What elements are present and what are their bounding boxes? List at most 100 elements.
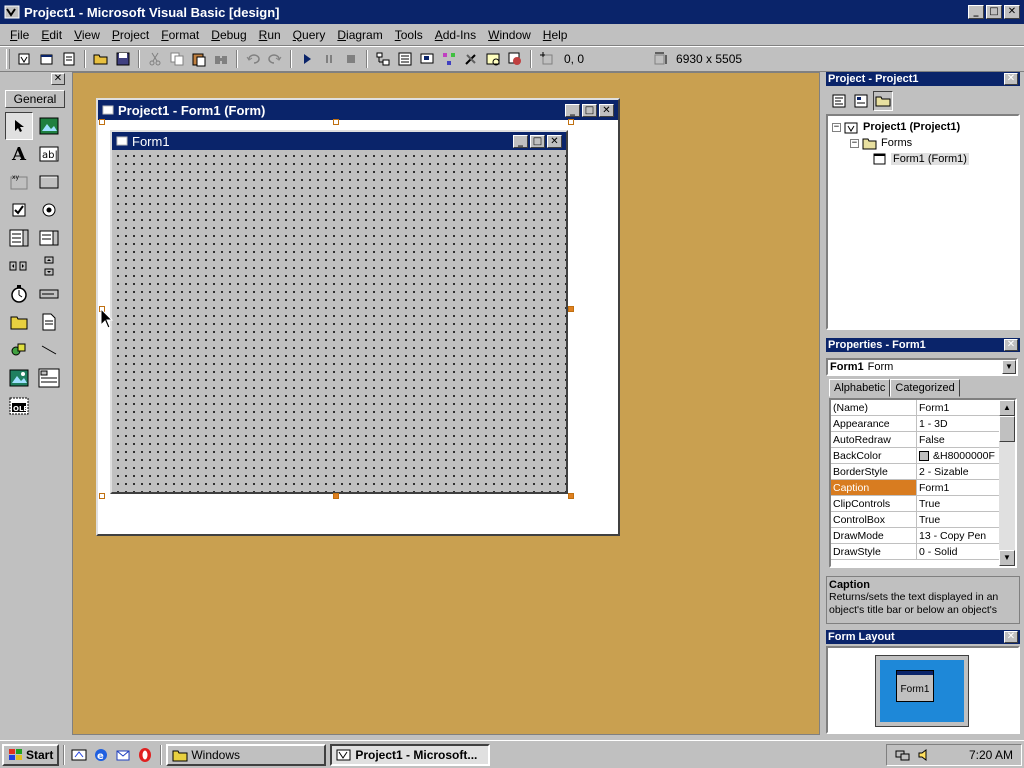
hscrollbar-tool-icon[interactable] [5,252,33,280]
menu-run[interactable]: Run [253,28,287,42]
network-icon[interactable] [895,748,911,762]
properties-scrollbar[interactable]: ▲ ▼ [999,400,1015,566]
property-row[interactable]: (Name) Form1 [831,400,1015,416]
ole-tool-icon[interactable]: OLE [5,392,33,420]
label-tool-icon[interactable]: A [5,140,33,168]
image-tool-icon[interactable] [5,364,33,392]
shape-tool-icon[interactable] [5,336,33,364]
show-desktop-icon[interactable] [69,745,89,765]
menu-file[interactable]: File [4,28,35,42]
pointer-tool-icon[interactable] [5,112,33,140]
project-panel-close-button[interactable]: ✕ [1004,73,1018,85]
object-browser-icon[interactable] [439,49,459,69]
optionbutton-tool-icon[interactable] [35,196,63,224]
tree-node-project[interactable]: − Project1 (Project1) [832,120,960,134]
cut-icon[interactable] [145,49,165,69]
object-selector-combo[interactable]: Form1 Form ▼ [826,358,1018,376]
filelistbox-tool-icon[interactable] [35,308,63,336]
properties-window-icon[interactable] [395,49,415,69]
dirlistbox-tool-icon[interactable] [5,308,33,336]
toolbox-tab-general[interactable]: General [5,90,65,108]
menu-diagram[interactable]: Diagram [331,28,388,42]
property-value[interactable]: False [917,432,997,447]
textbox-tool-icon[interactable]: ab| [35,140,63,168]
vscrollbar-tool-icon[interactable] [35,252,63,280]
form1-design-surface[interactable]: Form1 _ □ ✕ [110,130,568,494]
menu-format[interactable]: Format [155,28,205,42]
combobox-tool-icon[interactable] [5,224,33,252]
frame-tool-icon[interactable]: xy [5,168,33,196]
menu-edit[interactable]: Edit [35,28,68,42]
mini-form-preview[interactable]: Form1 [896,670,934,702]
property-value[interactable]: Form1 [917,480,997,495]
menu-view[interactable]: View [68,28,106,42]
open-folder-icon[interactable] [91,49,111,69]
task-windows[interactable]: Windows [166,743,327,766]
toolbox-close-button[interactable]: ✕ [51,73,65,85]
copy-icon[interactable] [167,49,187,69]
line-tool-icon[interactable] [35,336,63,364]
internet-explorer-icon[interactable]: e [91,745,111,765]
properties-panel-close-button[interactable]: ✕ [1004,339,1018,351]
task-project1[interactable]: Project1 - Microsoft... [330,743,491,766]
volume-icon[interactable] [917,748,933,762]
listbox-tool-icon[interactable] [35,224,63,252]
data-tool-icon[interactable] [35,364,63,392]
break-icon[interactable] [319,49,339,69]
end-icon[interactable] [341,49,361,69]
tab-alphabetic[interactable]: Alphabetic [829,379,891,397]
property-row[interactable]: AutoRedraw False [831,432,1015,448]
property-row[interactable]: Appearance 1 - 3D [831,416,1015,432]
redo-icon[interactable] [265,49,285,69]
save-icon[interactable] [113,49,133,69]
menu-debug[interactable]: Debug [205,28,252,42]
resize-handle-right[interactable] [568,306,574,312]
drivelistbox-tool-icon[interactable] [35,280,63,308]
form-designer-window[interactable]: Project1 - Form1 (Form) _ □ ✕ Form1 _ □ … [96,98,620,536]
designer-title-bar[interactable]: Project1 - Form1 (Form) _ □ ✕ [98,100,618,120]
toolbar-grip[interactable] [6,49,10,69]
minimize-button[interactable]: _ [968,5,984,19]
clock[interactable]: 7:20 AM [969,748,1013,762]
form-grid[interactable] [112,150,566,492]
timer-tool-icon[interactable] [5,280,33,308]
property-row[interactable]: ClipControls True [831,496,1015,512]
maximize-button[interactable]: □ [986,5,1002,19]
menu-project[interactable]: Project [106,28,155,42]
property-row-selected[interactable]: Caption Form1 [831,480,1015,496]
property-row[interactable]: ControlBox True [831,512,1015,528]
add-project-icon[interactable] [15,49,35,69]
form-layout-icon[interactable] [417,49,437,69]
property-value[interactable]: 13 - Copy Pen [917,528,997,543]
chevron-down-icon[interactable]: ▼ [1002,360,1016,374]
commandbutton-tool-icon[interactable] [35,168,63,196]
collapse-icon[interactable]: − [832,122,841,132]
component-manager-icon[interactable] [505,49,525,69]
checkbox-tool-icon[interactable] [5,196,33,224]
tab-categorized[interactable]: Categorized [890,379,960,397]
tree-node-form1[interactable]: Form1 (Form1) [872,152,969,166]
property-value[interactable]: Form1 [917,400,997,415]
collapse-icon[interactable]: − [850,138,859,148]
menu-query[interactable]: Query [287,28,332,42]
view-code-icon[interactable] [829,91,849,111]
menu-window[interactable]: Window [482,28,537,42]
designer-minimize-button[interactable]: _ [565,103,580,117]
property-value[interactable]: 1 - 3D [917,416,997,431]
add-form-icon[interactable] [37,49,57,69]
form1-title-bar[interactable]: Form1 _ □ ✕ [112,132,566,150]
resize-handle-corner[interactable] [568,493,574,499]
scroll-up-icon[interactable]: ▲ [999,400,1015,416]
paste-icon[interactable] [189,49,209,69]
property-row[interactable]: DrawStyle 0 - Solid [831,544,1015,560]
property-row[interactable]: DrawMode 13 - Copy Pen [831,528,1015,544]
menu-editor-icon[interactable] [59,49,79,69]
opera-icon[interactable] [135,745,155,765]
toolbox-icon[interactable] [461,49,481,69]
data-view-icon[interactable] [483,49,503,69]
property-value[interactable]: &H8000000F [917,448,997,463]
find-icon[interactable] [211,49,231,69]
toggle-folders-icon[interactable] [873,91,893,111]
undo-icon[interactable] [243,49,263,69]
project-explorer-icon[interactable] [373,49,393,69]
